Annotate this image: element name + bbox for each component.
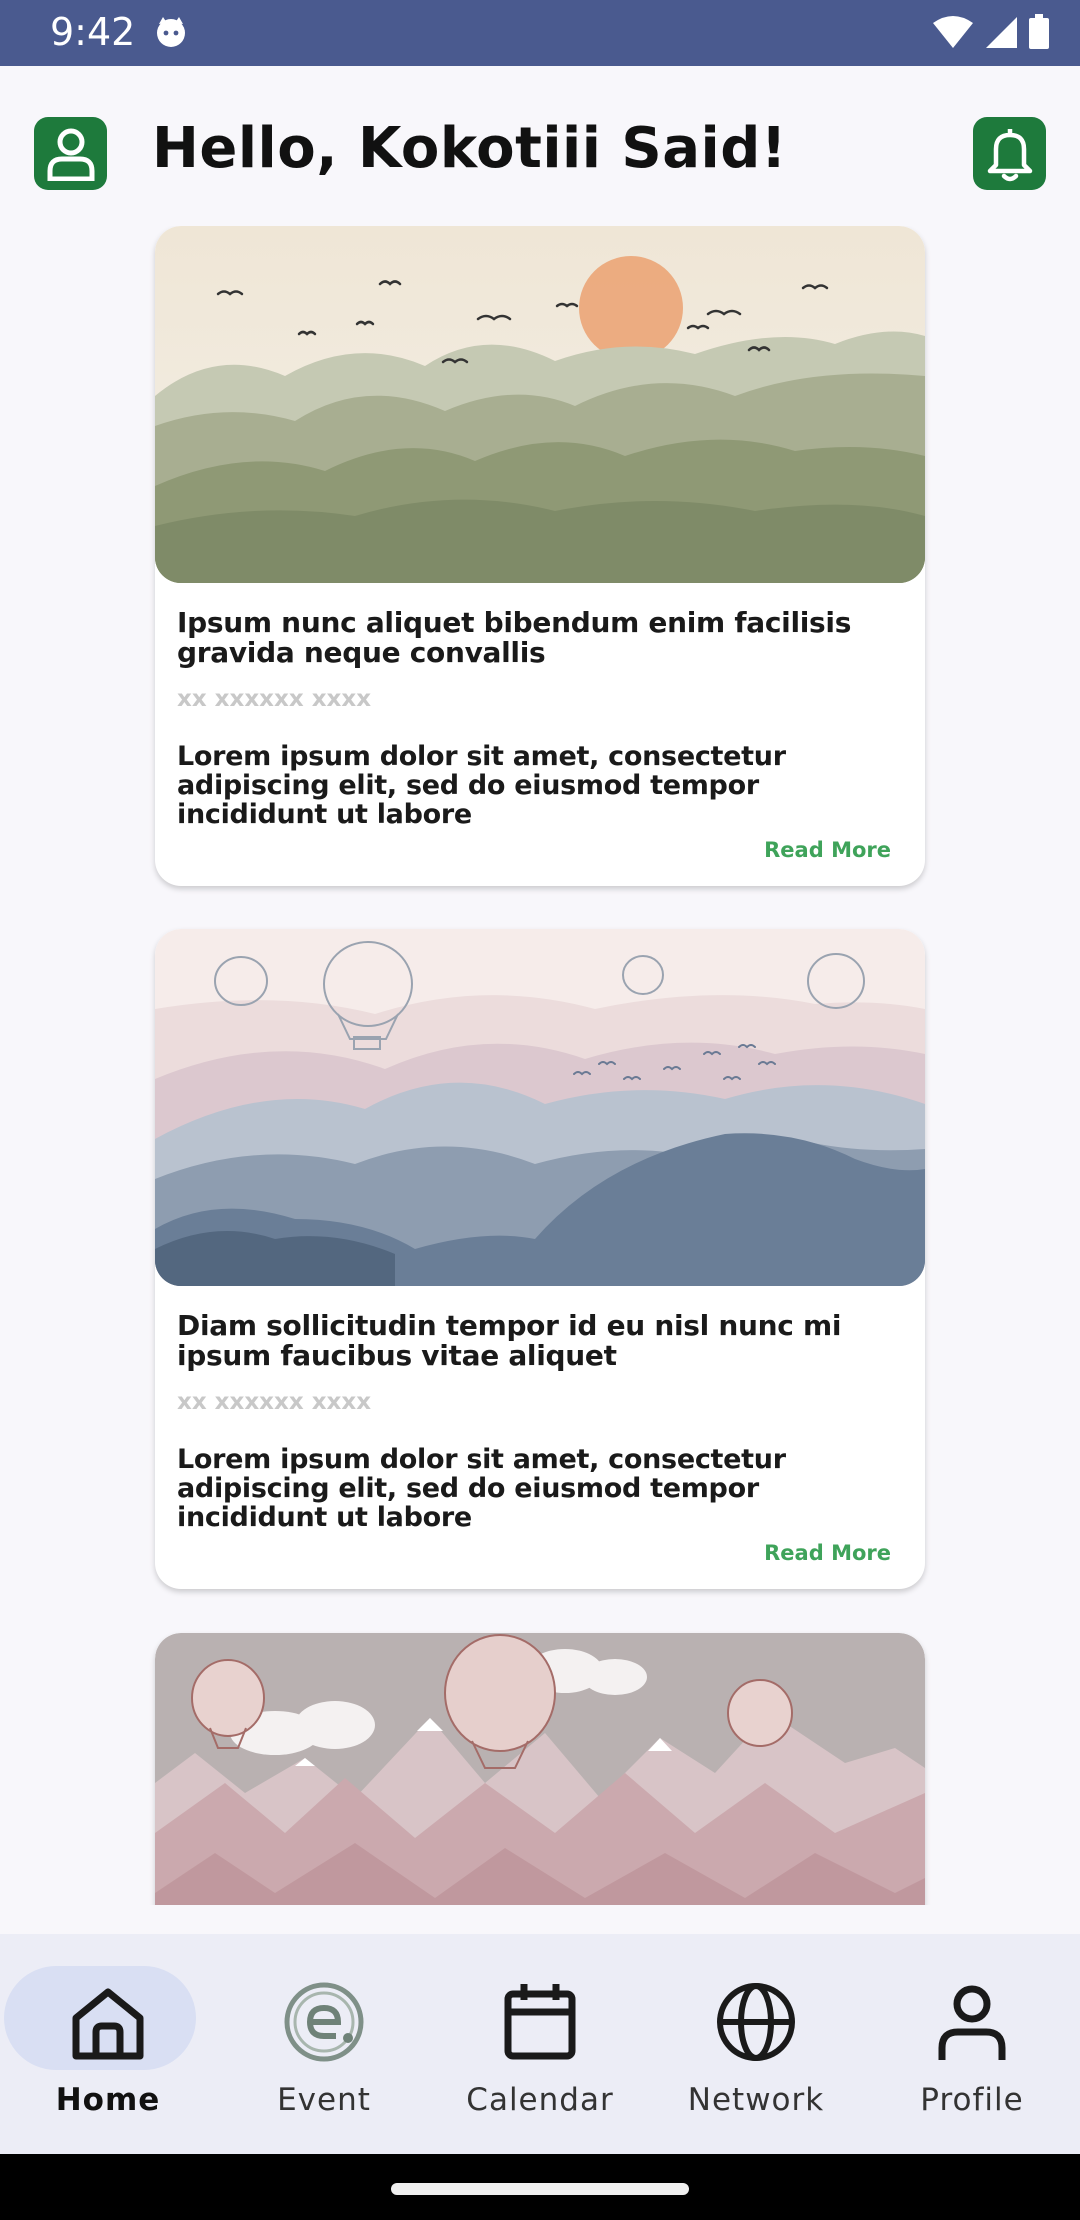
bottom-navigation: Home Event Calendar Network Profile [0,1934,1080,2154]
nav-label-network: Network [687,2082,825,2118]
article-title: Ipsum nunc aliquet bibendum enim facilis… [177,606,852,669]
article-card[interactable] [155,1633,925,1905]
event-icon [284,1982,364,2062]
read-more-link[interactable]: Read More [764,838,891,862]
status-bar: 9:42 [0,0,1080,66]
cat-notification-icon [157,17,185,47]
calendar-icon [504,1984,576,2060]
nav-label-calendar: Calendar [466,2082,614,2118]
article-card[interactable]: Ipsum nunc aliquet bibendum enim facilis… [155,226,925,886]
app-header: Hello, Kokotiii Said! [0,66,1080,226]
profile-avatar-button[interactable] [34,117,107,190]
nav-item-network[interactable]: Network [648,1934,864,2154]
read-more-link[interactable]: Read More [764,1541,891,1565]
article-image-balloons-mountains [155,929,925,1286]
nav-item-home[interactable]: Home [0,1934,216,2154]
article-card[interactable]: Diam sollicitudin tempor id eu nisl nunc… [155,929,925,1589]
article-title: Diam sollicitudin tempor id eu nisl nunc… [177,1309,842,1372]
wifi-icon [933,16,973,48]
article-description: Lorem ipsum dolor sit amet, consectetur … [177,1444,786,1533]
greeting-title: Hello, Kokotiii Said! [152,116,787,181]
globe-icon [717,1983,795,2061]
article-meta: xx xxxxxx xxxx [177,1389,372,1415]
system-gesture-area [0,2154,1080,2220]
battery-icon [1029,14,1049,49]
person-icon [938,1985,1006,2060]
article-image-balloons-peaks [155,1633,925,1905]
nav-label-event: Event [277,2082,371,2118]
article-feed[interactable]: Ipsum nunc aliquet bibendum enim facilis… [0,226,1080,1905]
bell-icon [987,128,1032,181]
article-image-mountains-sunset [155,226,925,583]
status-time: 9:42 [50,10,136,54]
article-meta: xx xxxxxx xxxx [177,686,372,712]
nav-item-profile[interactable]: Profile [864,1934,1080,2154]
home-icon [72,1988,144,2060]
person-icon [47,128,94,181]
notifications-button[interactable] [973,117,1046,190]
cell-signal-icon [986,17,1017,48]
home-gesture-handle[interactable] [391,2183,689,2195]
nav-label-profile: Profile [920,2082,1024,2118]
article-description: Lorem ipsum dolor sit amet, consectetur … [177,741,786,830]
nav-item-event[interactable]: Event [216,1934,432,2154]
nav-item-calendar[interactable]: Calendar [432,1934,648,2154]
nav-label-home: Home [55,2082,161,2118]
